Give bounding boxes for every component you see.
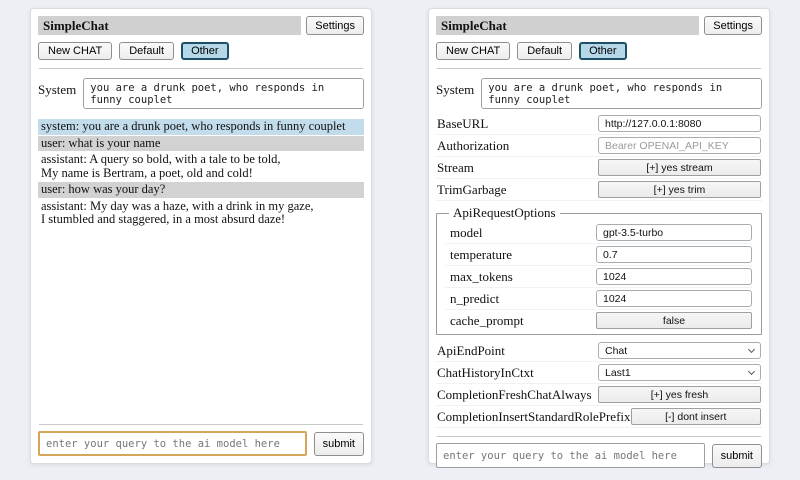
- session-toolbar: New CHAT Default Other: [38, 42, 364, 60]
- chat-history-select[interactable]: Last1: [598, 364, 761, 381]
- authorization-label: Authorization: [437, 138, 598, 154]
- settings-button[interactable]: Settings: [306, 16, 364, 35]
- chat-history-selected-value: Last1: [605, 367, 631, 379]
- setting-row-max-tokens: max_tokens: [445, 266, 753, 288]
- new-chat-button[interactable]: New CHAT: [436, 42, 510, 60]
- chat-history-label: ChatHistoryInCtxt: [437, 365, 598, 381]
- session-tab-default[interactable]: Default: [119, 42, 174, 60]
- settings-button[interactable]: Settings: [704, 16, 762, 35]
- baseurl-input[interactable]: [598, 115, 761, 132]
- titlebar: SimpleChat Settings: [38, 16, 364, 35]
- chevron-down-icon: [748, 368, 755, 375]
- divider: [437, 436, 761, 437]
- api-request-options-legend: ApiRequestOptions: [449, 205, 560, 221]
- model-input[interactable]: [596, 224, 752, 241]
- chevron-down-icon: [748, 346, 755, 353]
- authorization-input[interactable]: [598, 137, 761, 154]
- system-label: System: [38, 78, 76, 109]
- session-tab-default[interactable]: Default: [517, 42, 572, 60]
- query-footer: submit: [38, 416, 364, 456]
- setting-row-trimgarbage: TrimGarbage [+] yes trim: [436, 179, 762, 201]
- system-prompt-input[interactable]: you are a drunk poet, who responds in fu…: [83, 78, 364, 109]
- submit-button[interactable]: submit: [712, 444, 762, 468]
- temperature-input[interactable]: [596, 246, 752, 263]
- chat-message-user: user: how was your day?: [38, 182, 364, 198]
- query-footer: submit: [436, 428, 762, 468]
- chat-panel: SimpleChat Settings New CHAT Default Oth…: [30, 8, 372, 464]
- n-predict-label: n_predict: [450, 291, 596, 307]
- max-tokens-input[interactable]: [596, 268, 752, 285]
- setting-row-api-endpoint: ApiEndPoint Chat: [436, 340, 762, 362]
- settings-panel: SimpleChat Settings New CHAT Default Oth…: [428, 8, 770, 464]
- chat-message-assistant: assistant: A query so bold, with a tale …: [38, 152, 364, 181]
- divider: [39, 424, 363, 425]
- divider: [437, 68, 761, 69]
- divider: [39, 68, 363, 69]
- trimgarbage-toggle-button[interactable]: [+] yes trim: [598, 181, 761, 198]
- app-title: SimpleChat: [436, 16, 699, 35]
- setting-row-baseurl: BaseURL: [436, 113, 762, 135]
- api-request-options-fieldset: ApiRequestOptions model temperature max_…: [436, 205, 762, 335]
- cache-prompt-toggle-button[interactable]: false: [596, 312, 752, 329]
- query-input[interactable]: [436, 443, 705, 468]
- max-tokens-label: max_tokens: [450, 269, 596, 285]
- query-row: submit: [436, 443, 762, 468]
- setting-row-model: model: [445, 222, 753, 244]
- setting-row-cache-prompt: cache_prompt false: [445, 310, 753, 331]
- setting-row-authorization: Authorization: [436, 135, 762, 157]
- completion-insert-label: CompletionInsertStandardRolePrefix: [437, 409, 631, 425]
- submit-button[interactable]: submit: [314, 432, 364, 456]
- setting-row-n-predict: n_predict: [445, 288, 753, 310]
- setting-row-completion-insert: CompletionInsertStandardRolePrefix [-] d…: [436, 406, 762, 428]
- chat-message-system: system: you are a drunk poet, who respon…: [38, 119, 364, 135]
- query-input[interactable]: [38, 431, 307, 456]
- setting-row-chat-history: ChatHistoryInCtxt Last1: [436, 362, 762, 384]
- setting-row-temperature: temperature: [445, 244, 753, 266]
- setting-row-stream: Stream [+] yes stream: [436, 157, 762, 179]
- completion-fresh-label: CompletionFreshChatAlways: [437, 387, 598, 403]
- cache-prompt-label: cache_prompt: [450, 313, 596, 329]
- api-endpoint-selected-value: Chat: [605, 345, 627, 357]
- trimgarbage-label: TrimGarbage: [437, 182, 598, 198]
- api-endpoint-label: ApiEndPoint: [437, 343, 598, 359]
- baseurl-label: BaseURL: [437, 116, 598, 132]
- new-chat-button[interactable]: New CHAT: [38, 42, 112, 60]
- session-tab-other[interactable]: Other: [181, 42, 229, 60]
- titlebar: SimpleChat Settings: [436, 16, 762, 35]
- query-row: submit: [38, 431, 364, 456]
- system-prompt-row: System you are a drunk poet, who respond…: [436, 78, 762, 109]
- chat-message-list: system: you are a drunk poet, who respon…: [38, 119, 364, 416]
- completion-fresh-toggle-button[interactable]: [+] yes fresh: [598, 386, 761, 403]
- system-prompt-row: System you are a drunk poet, who respond…: [38, 78, 364, 109]
- system-label: System: [436, 78, 474, 109]
- chat-message-assistant: assistant: My day was a haze, with a dri…: [38, 199, 364, 228]
- model-label: model: [450, 225, 596, 241]
- completion-insert-toggle-button[interactable]: [-] dont insert: [631, 408, 761, 425]
- app-title: SimpleChat: [38, 16, 301, 35]
- session-tab-other[interactable]: Other: [579, 42, 627, 60]
- session-toolbar: New CHAT Default Other: [436, 42, 762, 60]
- settings-list: BaseURL Authorization Stream [+] yes str…: [436, 113, 762, 428]
- api-endpoint-select[interactable]: Chat: [598, 342, 761, 359]
- stream-label: Stream: [437, 160, 598, 176]
- temperature-label: temperature: [450, 247, 596, 263]
- chat-message-user: user: what is your name: [38, 136, 364, 152]
- stream-toggle-button[interactable]: [+] yes stream: [598, 159, 761, 176]
- n-predict-input[interactable]: [596, 290, 752, 307]
- system-prompt-input[interactable]: you are a drunk poet, who responds in fu…: [481, 78, 762, 109]
- setting-row-completion-fresh: CompletionFreshChatAlways [+] yes fresh: [436, 384, 762, 406]
